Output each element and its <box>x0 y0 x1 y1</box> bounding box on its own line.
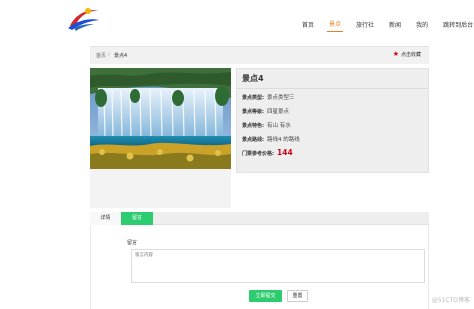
info-row-route: 景点路线: 路线4 的路线 <box>242 135 300 143</box>
nav-item-home[interactable]: 首页 <box>300 19 316 32</box>
info-value: 有山 有水 <box>267 123 291 129</box>
info-value: 四星景点 <box>267 109 290 115</box>
price-value: 144 <box>277 148 293 157</box>
nav-item-admin[interactable]: 跳转到后台 <box>441 19 474 32</box>
comment-textarea[interactable] <box>131 249 425 283</box>
breadcrumb-separator: / <box>108 52 110 58</box>
tab-detail[interactable]: 详情 <box>90 212 121 225</box>
breadcrumb-home[interactable]: 首页 <box>96 52 106 59</box>
price-label: 门票参考价格: <box>242 151 275 157</box>
info-label: 景点路线: <box>242 137 264 143</box>
info-value: 景点类型三 <box>267 95 295 101</box>
nav-item-mine[interactable]: 我的 <box>414 19 430 32</box>
info-label: 景点特色: <box>242 123 264 129</box>
info-value: 路线4 的路线 <box>267 137 300 143</box>
nav-item-news[interactable]: 新闻 <box>387 19 403 32</box>
nav-item-spots[interactable]: 景点 <box>327 18 344 32</box>
nav-item-agencies[interactable]: 旅行社 <box>354 19 376 32</box>
title-divider <box>237 88 428 89</box>
comment-form: 留言 立即提交 重置 <box>90 225 429 309</box>
info-row-level: 景点等级: 四星景点 <box>242 107 289 115</box>
reset-button[interactable]: 重置 <box>287 290 308 302</box>
spot-title: 景点4 <box>242 74 264 83</box>
photo-column <box>90 68 231 208</box>
breadcrumb: 首页 / 景点4 ★ 点击收藏 <box>90 46 429 64</box>
favorite-label: 点击收藏 <box>400 52 421 58</box>
site-logo <box>68 8 99 31</box>
scenic-photo <box>90 68 231 169</box>
star-icon: ★ <box>392 50 399 58</box>
breadcrumb-current: 景点4 <box>114 53 128 59</box>
favorite-button[interactable]: ★ 点击收藏 <box>392 50 421 59</box>
watermark: @51CTO博客 <box>431 297 470 304</box>
info-row-feature: 景点特色: 有山 有水 <box>242 121 291 129</box>
info-label: 景点类型: <box>242 95 264 101</box>
tab-comment[interactable]: 留言 <box>121 212 153 225</box>
info-row-type: 景点类型: 景点类型三 <box>242 93 295 101</box>
spot-info-panel: 景点4 景点类型: 景点类型三 景点等级: 四星景点 景点特色: 有山 有水 景点路线… <box>236 68 429 173</box>
comment-label: 留言 <box>127 240 138 246</box>
tab-bar: 详情 留言 <box>90 212 429 225</box>
info-row-price: 门票参考价格: 144 <box>242 148 293 157</box>
submit-button[interactable]: 立即提交 <box>249 290 282 302</box>
top-nav: 首页 景点 旅行社 新闻 我的 跳转到后台 <box>300 18 474 32</box>
info-label: 景点等级: <box>242 109 264 115</box>
